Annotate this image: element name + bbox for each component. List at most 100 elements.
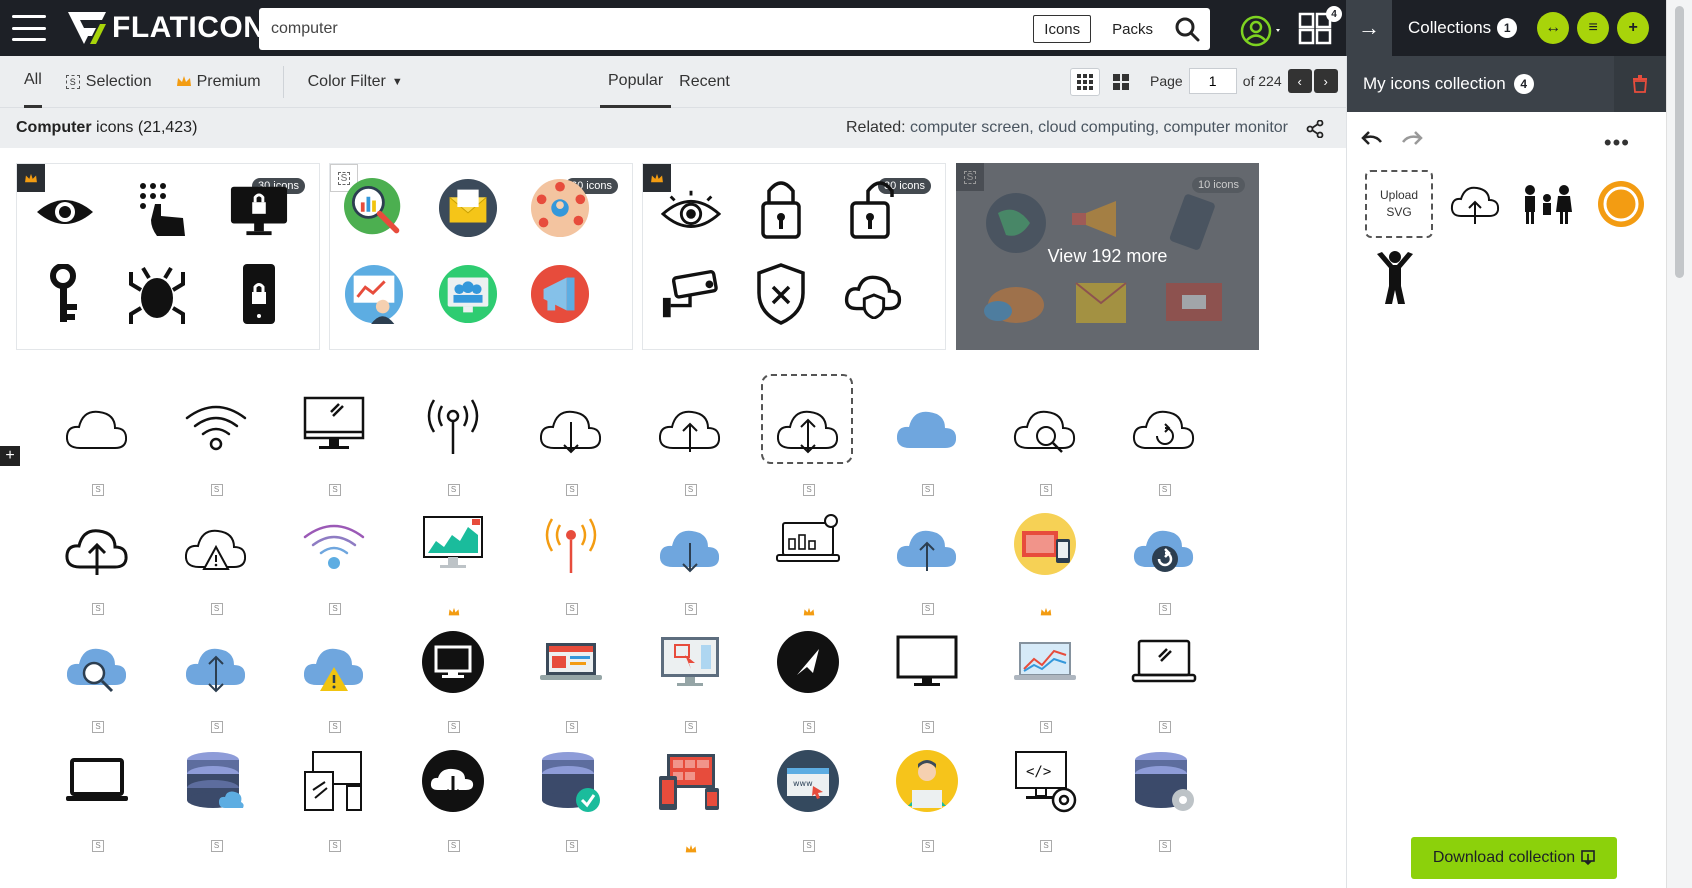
icon-result[interactable]: S xyxy=(34,617,146,737)
icon-result[interactable]: S xyxy=(271,736,383,856)
collections-grid-button[interactable]: 4 xyxy=(1298,6,1342,51)
icon-result[interactable]: S xyxy=(508,736,620,856)
icon-result[interactable]: S xyxy=(1101,617,1213,737)
icon-result[interactable]: www S xyxy=(745,736,857,856)
filter-all[interactable]: All xyxy=(24,56,42,108)
icon-result[interactable]: S xyxy=(508,380,620,500)
results-info-bar: Computer icons (21,423) Related: compute… xyxy=(0,108,1346,148)
code-settings-icon: </> xyxy=(1010,746,1080,816)
pack-card[interactable]: 30 icons xyxy=(642,163,946,350)
scrollbar-thumb[interactable] xyxy=(1675,6,1684,278)
icon-result[interactable]: S xyxy=(982,380,1094,500)
icon-result[interactable]: S xyxy=(271,617,383,737)
icon-result[interactable]: S xyxy=(271,499,383,619)
filter-selection[interactable]: S Selection xyxy=(65,56,152,108)
selection-license-icon: S xyxy=(447,839,460,852)
flaticon-logo[interactable]: FLATICON xyxy=(66,10,265,46)
icon-result[interactable]: S xyxy=(982,617,1094,737)
related-searches: Related: computer screen, cloud computin… xyxy=(846,119,1288,137)
icon-result[interactable]: S xyxy=(1101,736,1213,856)
icon-result[interactable]: S xyxy=(153,499,265,619)
user-account-icon[interactable] xyxy=(1240,14,1284,48)
next-page-button[interactable]: › xyxy=(1313,69,1338,93)
icon-result[interactable]: S xyxy=(34,736,146,856)
cloud-upload-icon[interactable] xyxy=(1445,174,1505,234)
icon-result[interactable]: S xyxy=(627,380,739,500)
icon-result[interactable]: S xyxy=(271,380,383,500)
view-more-packs[interactable]: S 10 icons View 192 more xyxy=(956,163,1259,350)
tab-popular[interactable]: Popular xyxy=(600,56,672,108)
icon-result[interactable]: S xyxy=(864,736,976,856)
page-scrollbar[interactable] xyxy=(1666,0,1692,888)
icon-result[interactable]: S xyxy=(864,499,976,619)
filter-premium[interactable]: Premium xyxy=(176,56,261,108)
icon-result[interactable]: S xyxy=(745,374,857,500)
small-grid-button[interactable] xyxy=(1070,68,1100,96)
cloud-download-icon xyxy=(536,390,606,460)
icon-result[interactable]: S xyxy=(508,499,620,619)
icon-result[interactable]: S xyxy=(1101,499,1213,619)
icon-result[interactable]: S xyxy=(153,736,265,856)
icon-result[interactable]: S xyxy=(1101,380,1213,500)
tab-recent[interactable]: Recent xyxy=(671,56,738,108)
download-collection-button[interactable]: Download collection xyxy=(1411,837,1617,879)
icon-result[interactable]: </> S xyxy=(982,736,1094,856)
top-bar: FLATICON Icons Packs 4 xyxy=(0,0,1346,56)
icon-result[interactable]: S xyxy=(390,617,502,737)
icon-result[interactable]: S xyxy=(864,617,976,737)
packs-toggle[interactable]: Packs xyxy=(1101,15,1164,43)
share-icon[interactable] xyxy=(1306,120,1324,138)
icon-result[interactable]: S xyxy=(34,499,146,619)
undo-icon[interactable] xyxy=(1361,130,1383,146)
prev-page-button[interactable]: ‹ xyxy=(1287,69,1312,93)
icons-toggle[interactable]: Icons xyxy=(1033,15,1092,43)
collections-title-label: Collections xyxy=(1408,18,1492,37)
redo-icon[interactable] xyxy=(1401,130,1423,146)
icon-result[interactable]: S xyxy=(390,380,502,500)
devices-sync-icon xyxy=(1010,509,1080,579)
collections-title[interactable]: Collections 1 xyxy=(1408,18,1518,38)
orange-ring-icon[interactable] xyxy=(1591,174,1651,234)
icon-result[interactable] xyxy=(982,499,1094,619)
filter-premium-label: Premium xyxy=(196,72,261,90)
selection-icon: S xyxy=(963,170,977,184)
expand-icon[interactable]: ↔ xyxy=(1537,12,1570,44)
icon-result[interactable]: S xyxy=(390,736,502,856)
icon-result[interactable] xyxy=(745,499,857,619)
trash-icon xyxy=(1633,75,1647,93)
delete-collection-button[interactable] xyxy=(1614,56,1666,112)
expand-side-button[interactable]: + xyxy=(0,446,20,466)
page-input[interactable] xyxy=(1188,68,1237,94)
unlocked-padlock-icon xyxy=(843,178,903,239)
family-icon[interactable] xyxy=(1517,174,1577,234)
icon-result[interactable] xyxy=(627,736,739,856)
person-arms-up-icon[interactable] xyxy=(1365,248,1425,308)
search-input[interactable] xyxy=(259,9,1034,49)
upload-label: Upload xyxy=(1379,188,1419,202)
add-collection-icon[interactable]: + xyxy=(1617,12,1650,44)
icon-result[interactable]: S xyxy=(508,617,620,737)
more-options-icon[interactable]: ••• xyxy=(1604,130,1630,156)
collapse-panel-button[interactable]: → xyxy=(1346,0,1392,56)
search-icon[interactable] xyxy=(1174,16,1200,42)
cloud-refresh-icon xyxy=(1129,390,1199,460)
icon-result[interactable]: S xyxy=(627,617,739,737)
pack-card[interactable]: 30 icons xyxy=(16,163,320,350)
icon-result[interactable]: S xyxy=(864,380,976,500)
icon-result[interactable]: S xyxy=(153,380,265,500)
icon-result[interactable]: S xyxy=(34,380,146,500)
icon-result[interactable]: S xyxy=(153,617,265,737)
list-icon[interactable]: ≡ xyxy=(1577,12,1610,44)
icon-result[interactable] xyxy=(390,499,502,619)
monitor-design-icon xyxy=(655,627,725,697)
menu-icon[interactable] xyxy=(12,15,46,41)
icon-result[interactable]: S xyxy=(627,499,739,619)
related-links[interactable]: computer screen, cloud computing, comput… xyxy=(910,119,1288,136)
download-icon xyxy=(1581,850,1595,866)
pack-card[interactable]: S 60 icons xyxy=(329,163,633,350)
upload-svg-button[interactable]: Upload SVG xyxy=(1365,170,1433,238)
color-filter-dropdown[interactable]: Color Filter ▼ xyxy=(308,56,403,108)
selection-license-icon: S xyxy=(1158,484,1171,496)
icon-result[interactable]: S xyxy=(745,617,857,737)
large-grid-button[interactable] xyxy=(1106,68,1136,96)
